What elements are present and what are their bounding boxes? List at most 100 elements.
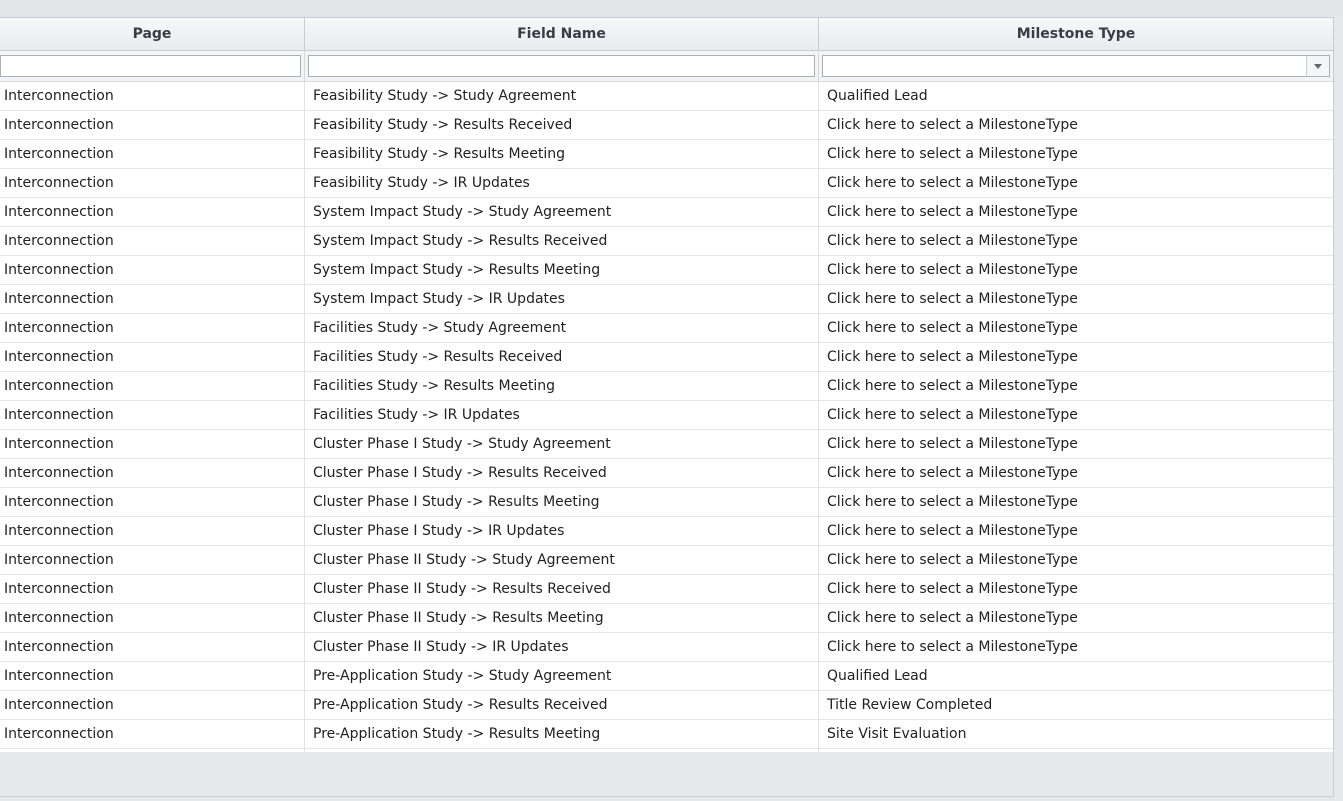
field-name-cell: Cluster Phase I Study -> Study Agreement — [305, 430, 819, 458]
field-name-cell: System Impact Study -> Results Meeting — [305, 256, 819, 284]
filter-cell-field-name — [305, 51, 819, 81]
chevron-down-icon — [1314, 63, 1322, 69]
field-name-cell: Cluster Phase I Study -> Results Meeting — [305, 488, 819, 516]
field-name-filter-input[interactable] — [308, 55, 815, 77]
page-cell: Interconnection — [0, 285, 305, 313]
page-cell: Interconnection — [0, 720, 305, 748]
field-name-cell: System Impact Study -> IR Updates — [305, 285, 819, 313]
table-row[interactable]: Interconnection Facilities Study -> IR Up… — [0, 401, 1333, 430]
milestone-type-cell[interactable]: Click here to select a MilestoneType — [819, 111, 1333, 139]
page-cell: Interconnection — [0, 575, 305, 603]
table-row[interactable]: Interconnection System Impact Study -> IR… — [0, 285, 1333, 314]
milestone-type-cell[interactable]: Click here to select a MilestoneType — [819, 256, 1333, 284]
page-cell: Interconnection — [0, 430, 305, 458]
table-row[interactable]: Interconnection System Impact Study -> Re… — [0, 227, 1333, 256]
page-cell: Interconnection — [0, 314, 305, 342]
field-name-cell: Cluster Phase II Study -> IR Updates — [305, 633, 819, 661]
milestone-type-cell[interactable]: Site Visit Evaluation — [819, 720, 1333, 748]
page-cell: Interconnection — [0, 459, 305, 487]
table-row[interactable]: Interconnection Cluster Phase II Study ->… — [0, 546, 1333, 575]
milestone-type-cell[interactable]: Click here to select a MilestoneType — [819, 604, 1333, 632]
field-name-cell: Pre-Application Study -> Results Meeting — [305, 720, 819, 748]
grid-body: Interconnection Feasibility Study -> Stud… — [0, 82, 1333, 778]
page-cell: Interconnection — [0, 662, 305, 690]
table-row[interactable]: Interconnection System Impact Study -> St… — [0, 198, 1333, 227]
filter-row — [0, 51, 1333, 82]
milestone-type-cell[interactable]: Qualified Lead — [819, 662, 1333, 690]
milestone-grid: Page Field Name Milestone Type Interconn… — [0, 17, 1334, 778]
table-row[interactable]: Interconnection Facilities Study -> Resul… — [0, 372, 1333, 401]
top-bar — [0, 0, 1343, 17]
table-row[interactable]: InterconnectionPre-Application Study -> … — [0, 691, 1333, 720]
field-name-cell: System Impact Study -> Study Agreement — [305, 198, 819, 226]
page-cell: Interconnection — [0, 488, 305, 516]
page-cell: Interconnection — [0, 198, 305, 226]
table-row[interactable]: Interconnection Cluster Phase I Study -> … — [0, 459, 1333, 488]
page-cell: Interconnection — [0, 343, 305, 371]
field-name-cell: Cluster Phase II Study -> Results Meetin… — [305, 604, 819, 632]
page-cell: Interconnection — [0, 546, 305, 574]
table-row[interactable]: Interconnection Cluster Phase I Study -> … — [0, 488, 1333, 517]
table-row[interactable]: Interconnection Cluster Phase I Study -> … — [0, 517, 1333, 546]
milestone-type-cell[interactable]: Title Review Completed — [819, 691, 1333, 719]
table-row[interactable]: Interconnection Facilities Study -> Resul… — [0, 343, 1333, 372]
table-row[interactable]: Interconnection Cluster Phase II Study ->… — [0, 633, 1333, 662]
milestone-type-cell[interactable]: Click here to select a MilestoneType — [819, 285, 1333, 313]
milestone-type-cell[interactable]: Click here to select a MilestoneType — [819, 401, 1333, 429]
page-cell: Interconnection — [0, 82, 305, 110]
field-name-cell: Pre-Application Study -> Results Receive… — [305, 691, 819, 719]
table-row[interactable]: Interconnection Feasibility Study -> Resu… — [0, 140, 1333, 169]
field-name-cell: Facilities Study -> IR Updates — [305, 401, 819, 429]
page-cell: Interconnection — [0, 401, 305, 429]
table-row[interactable]: Interconnection System Impact Study -> Re… — [0, 256, 1333, 285]
field-name-cell: Cluster Phase I Study -> Results Receive… — [305, 459, 819, 487]
page-cell: Interconnection — [0, 604, 305, 632]
milestone-type-cell[interactable]: Click here to select a MilestoneType — [819, 198, 1333, 226]
table-row[interactable]: Interconnection Feasibility Study -> IR U… — [0, 169, 1333, 198]
column-header-milestone-type[interactable]: Milestone Type — [819, 18, 1333, 50]
page-cell: Interconnection — [0, 691, 305, 719]
milestone-type-cell[interactable]: Click here to select a MilestoneType — [819, 546, 1333, 574]
page-cell: Interconnection — [0, 111, 305, 139]
table-row[interactable]: InterconnectionPre-Application Study -> … — [0, 662, 1333, 691]
table-row[interactable]: Interconnection Facilities Study -> Study… — [0, 314, 1333, 343]
milestone-type-cell[interactable]: Click here to select a MilestoneType — [819, 343, 1333, 371]
page-cell: Interconnection — [0, 372, 305, 400]
table-row[interactable]: Interconnection Feasibility Study -> Resu… — [0, 111, 1333, 140]
milestone-type-cell[interactable]: Click here to select a MilestoneType — [819, 227, 1333, 255]
milestone-type-cell[interactable]: Click here to select a MilestoneType — [819, 488, 1333, 516]
dropdown-arrow-button[interactable] — [1306, 56, 1329, 76]
table-row[interactable]: InterconnectionPre-Application Study -> … — [0, 720, 1333, 749]
milestone-type-cell[interactable]: Click here to select a MilestoneType — [819, 314, 1333, 342]
milestone-type-cell[interactable]: Click here to select a MilestoneType — [819, 633, 1333, 661]
milestone-type-cell[interactable]: Click here to select a MilestoneType — [819, 517, 1333, 545]
milestone-type-cell[interactable]: Click here to select a MilestoneType — [819, 575, 1333, 603]
table-row[interactable]: Interconnection Cluster Phase I Study -> … — [0, 430, 1333, 459]
grid-footer — [0, 752, 1334, 797]
page-cell: Interconnection — [0, 633, 305, 661]
milestone-type-cell[interactable]: Click here to select a MilestoneType — [819, 459, 1333, 487]
page-cell: Interconnection — [0, 256, 305, 284]
milestone-type-cell[interactable]: Click here to select a MilestoneType — [819, 430, 1333, 458]
page-cell: Interconnection — [0, 227, 305, 255]
field-name-cell: Feasibility Study -> Results Meeting — [305, 140, 819, 168]
column-header-field-name[interactable]: Field Name — [305, 18, 819, 50]
field-name-cell: Feasibility Study -> Study Agreement — [305, 82, 819, 110]
milestone-type-cell[interactable]: Click here to select a MilestoneType — [819, 169, 1333, 197]
page-filter-input[interactable] — [0, 55, 301, 77]
milestone-type-cell[interactable]: Qualified Lead — [819, 82, 1333, 110]
field-name-cell: Facilities Study -> Results Received — [305, 343, 819, 371]
table-row[interactable]: Interconnection Feasibility Study -> Stud… — [0, 82, 1333, 111]
table-row[interactable]: Interconnection Cluster Phase II Study ->… — [0, 575, 1333, 604]
page-cell: Interconnection — [0, 517, 305, 545]
milestone-type-cell[interactable]: Click here to select a MilestoneType — [819, 140, 1333, 168]
table-row[interactable]: Interconnection Cluster Phase II Study ->… — [0, 604, 1333, 633]
milestone-type-cell[interactable]: Click here to select a MilestoneType — [819, 372, 1333, 400]
field-name-cell: Cluster Phase II Study -> Study Agreemen… — [305, 546, 819, 574]
milestone-type-filter-select[interactable] — [822, 55, 1330, 77]
column-header-page[interactable]: Page — [0, 18, 305, 50]
field-name-cell: Cluster Phase II Study -> Results Receiv… — [305, 575, 819, 603]
field-name-cell: Facilities Study -> Study Agreement — [305, 314, 819, 342]
page-cell: Interconnection — [0, 169, 305, 197]
field-name-cell: Feasibility Study -> Results Received — [305, 111, 819, 139]
